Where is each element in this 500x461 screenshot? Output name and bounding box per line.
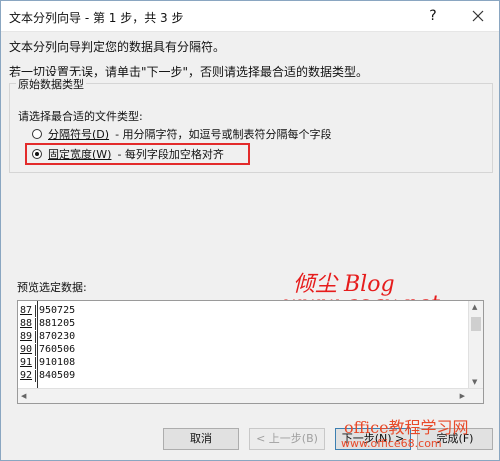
- title-bar: 文本分列向导 - 第 1 步，共 3 步 ?: [1, 1, 499, 32]
- vertical-scrollbar[interactable]: ▲ ▼: [468, 301, 483, 389]
- cancel-button[interactable]: 取消: [163, 428, 239, 450]
- help-button[interactable]: ?: [421, 5, 445, 27]
- scroll-right-icon[interactable]: ▶: [460, 392, 465, 400]
- preview-row: 92 840509: [20, 370, 75, 382]
- preview-pane: 87 950725 88 881205 89 870230 90 760506 …: [17, 300, 484, 404]
- preview-row-number: 90: [20, 344, 36, 356]
- watermark-site-url: www.office68.com: [341, 437, 442, 450]
- preview-column-line: [37, 301, 38, 391]
- radio-delimited[interactable]: 分隔符号(D) - 用分隔字符，如逗号或制表符分隔每个字段: [32, 125, 332, 143]
- preview-row-value: 840509: [39, 370, 76, 381]
- scroll-left-icon[interactable]: ◀: [21, 392, 26, 400]
- horizontal-scrollbar[interactable]: ◀ ▶: [18, 388, 483, 403]
- original-data-type-group: 原始数据类型 请选择最合适的文件类型: 分隔符号(D) - 用分隔字符，如逗号或…: [9, 76, 493, 173]
- preview-row: 88 881205: [20, 318, 75, 330]
- close-button[interactable]: [466, 5, 490, 27]
- radio-delimited-label[interactable]: 分隔符号(D): [48, 126, 109, 142]
- preview-row-value: 910108: [39, 357, 76, 368]
- vertical-scroll-thumb[interactable]: [471, 317, 481, 331]
- preview-row-number: 87: [20, 305, 36, 317]
- preview-row: 91 910108: [20, 357, 75, 369]
- intro-line-1: 文本分列向导判定您的数据具有分隔符。: [9, 40, 226, 54]
- preview-row-number: 89: [20, 331, 36, 343]
- group-title: 原始数据类型: [16, 76, 86, 92]
- file-type-prompt: 请选择最合适的文件类型:: [18, 110, 143, 123]
- text-to-columns-dialog: 文本分列向导 - 第 1 步，共 3 步 ? 文本分列向导判定您的数据具有分隔符…: [0, 0, 500, 461]
- preview-row: 87 950725: [20, 305, 75, 317]
- preview-row: 89 870230: [20, 331, 75, 343]
- preview-row-value: 760506: [39, 344, 76, 355]
- scroll-down-icon[interactable]: ▼: [472, 378, 477, 386]
- dialog-title: 文本分列向导 - 第 1 步，共 3 步: [9, 11, 184, 25]
- watermark-site: office教程学习网: [344, 418, 469, 437]
- radio-delimited-indicator[interactable]: [32, 129, 42, 139]
- back-button[interactable]: < 上一步(B): [249, 428, 325, 450]
- radio-delimited-description: - 用分隔字符，如逗号或制表符分隔每个字段: [115, 128, 332, 141]
- preview-row: 90 760506: [20, 344, 75, 356]
- preview-row-value: 881205: [39, 318, 76, 329]
- preview-row-number: 91: [20, 357, 36, 369]
- scroll-up-icon[interactable]: ▲: [472, 303, 477, 311]
- highlight-box: [25, 143, 250, 165]
- preview-row-number: 92: [20, 370, 36, 382]
- preview-row-number: 88: [20, 318, 36, 330]
- preview-row-value: 950725: [39, 305, 76, 316]
- close-icon: [472, 10, 484, 22]
- preview-row-value: 870230: [39, 331, 76, 342]
- preview-label: 预览选定数据:: [17, 281, 87, 294]
